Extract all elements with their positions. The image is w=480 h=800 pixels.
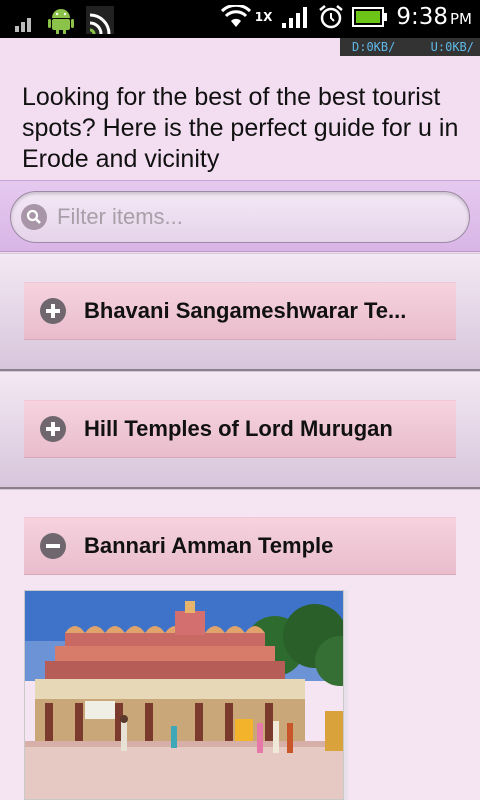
status-right-icons: 1X 9:38 PM	[220, 4, 472, 30]
filter-bar: Filter items...	[0, 180, 480, 252]
filter-placeholder: Filter items...	[57, 204, 183, 229]
download-traffic: D:0KB/	[352, 40, 396, 54]
intro-text: Looking for the best of the best tourist…	[22, 83, 459, 173]
battery-icon	[352, 7, 388, 27]
clock-ampm: PM	[450, 10, 472, 28]
plus-icon	[40, 416, 66, 442]
plus-icon	[40, 298, 66, 324]
collapsible-header[interactable]: Bannari Amman Temple	[24, 517, 456, 575]
upload-traffic: U:0KB/	[430, 40, 474, 54]
collapsible-header[interactable]: Bhavani Sangameshwarar Te...	[24, 282, 456, 340]
item-title: Hill Temples of Lord Murugan	[84, 416, 393, 441]
wifi-icon	[220, 5, 251, 27]
list-section-2: Hill Temples of Lord Murugan	[0, 371, 480, 489]
clock-time: 9:38	[396, 4, 448, 30]
network-type-label: 1X	[254, 10, 273, 24]
clock: 9:38 PM	[396, 4, 472, 30]
network-traffic-bar: D:0KB/ U:0KB/	[340, 38, 480, 56]
status-left-icons	[14, 6, 114, 34]
list-section-1: Bhavani Sangameshwarar Te...	[0, 253, 480, 371]
collapsible-header[interactable]: Hill Temples of Lord Murugan	[24, 400, 456, 458]
item-title: Bhavani Sangameshwarar Te...	[84, 298, 407, 323]
filter-input[interactable]: Filter items...	[10, 191, 470, 243]
temple-photo	[24, 590, 344, 800]
item-title: Bannari Amman Temple	[84, 533, 334, 558]
cell-signal-icon	[282, 7, 308, 28]
signal-icon	[15, 18, 31, 32]
minus-icon	[40, 533, 66, 559]
status-bar: 1X 9:38 PM	[0, 0, 480, 38]
photo-divider	[344, 590, 348, 800]
cast-icon	[86, 6, 114, 34]
alarm-icon	[319, 5, 344, 29]
search-icon	[21, 204, 47, 230]
android-icon	[48, 9, 74, 34]
